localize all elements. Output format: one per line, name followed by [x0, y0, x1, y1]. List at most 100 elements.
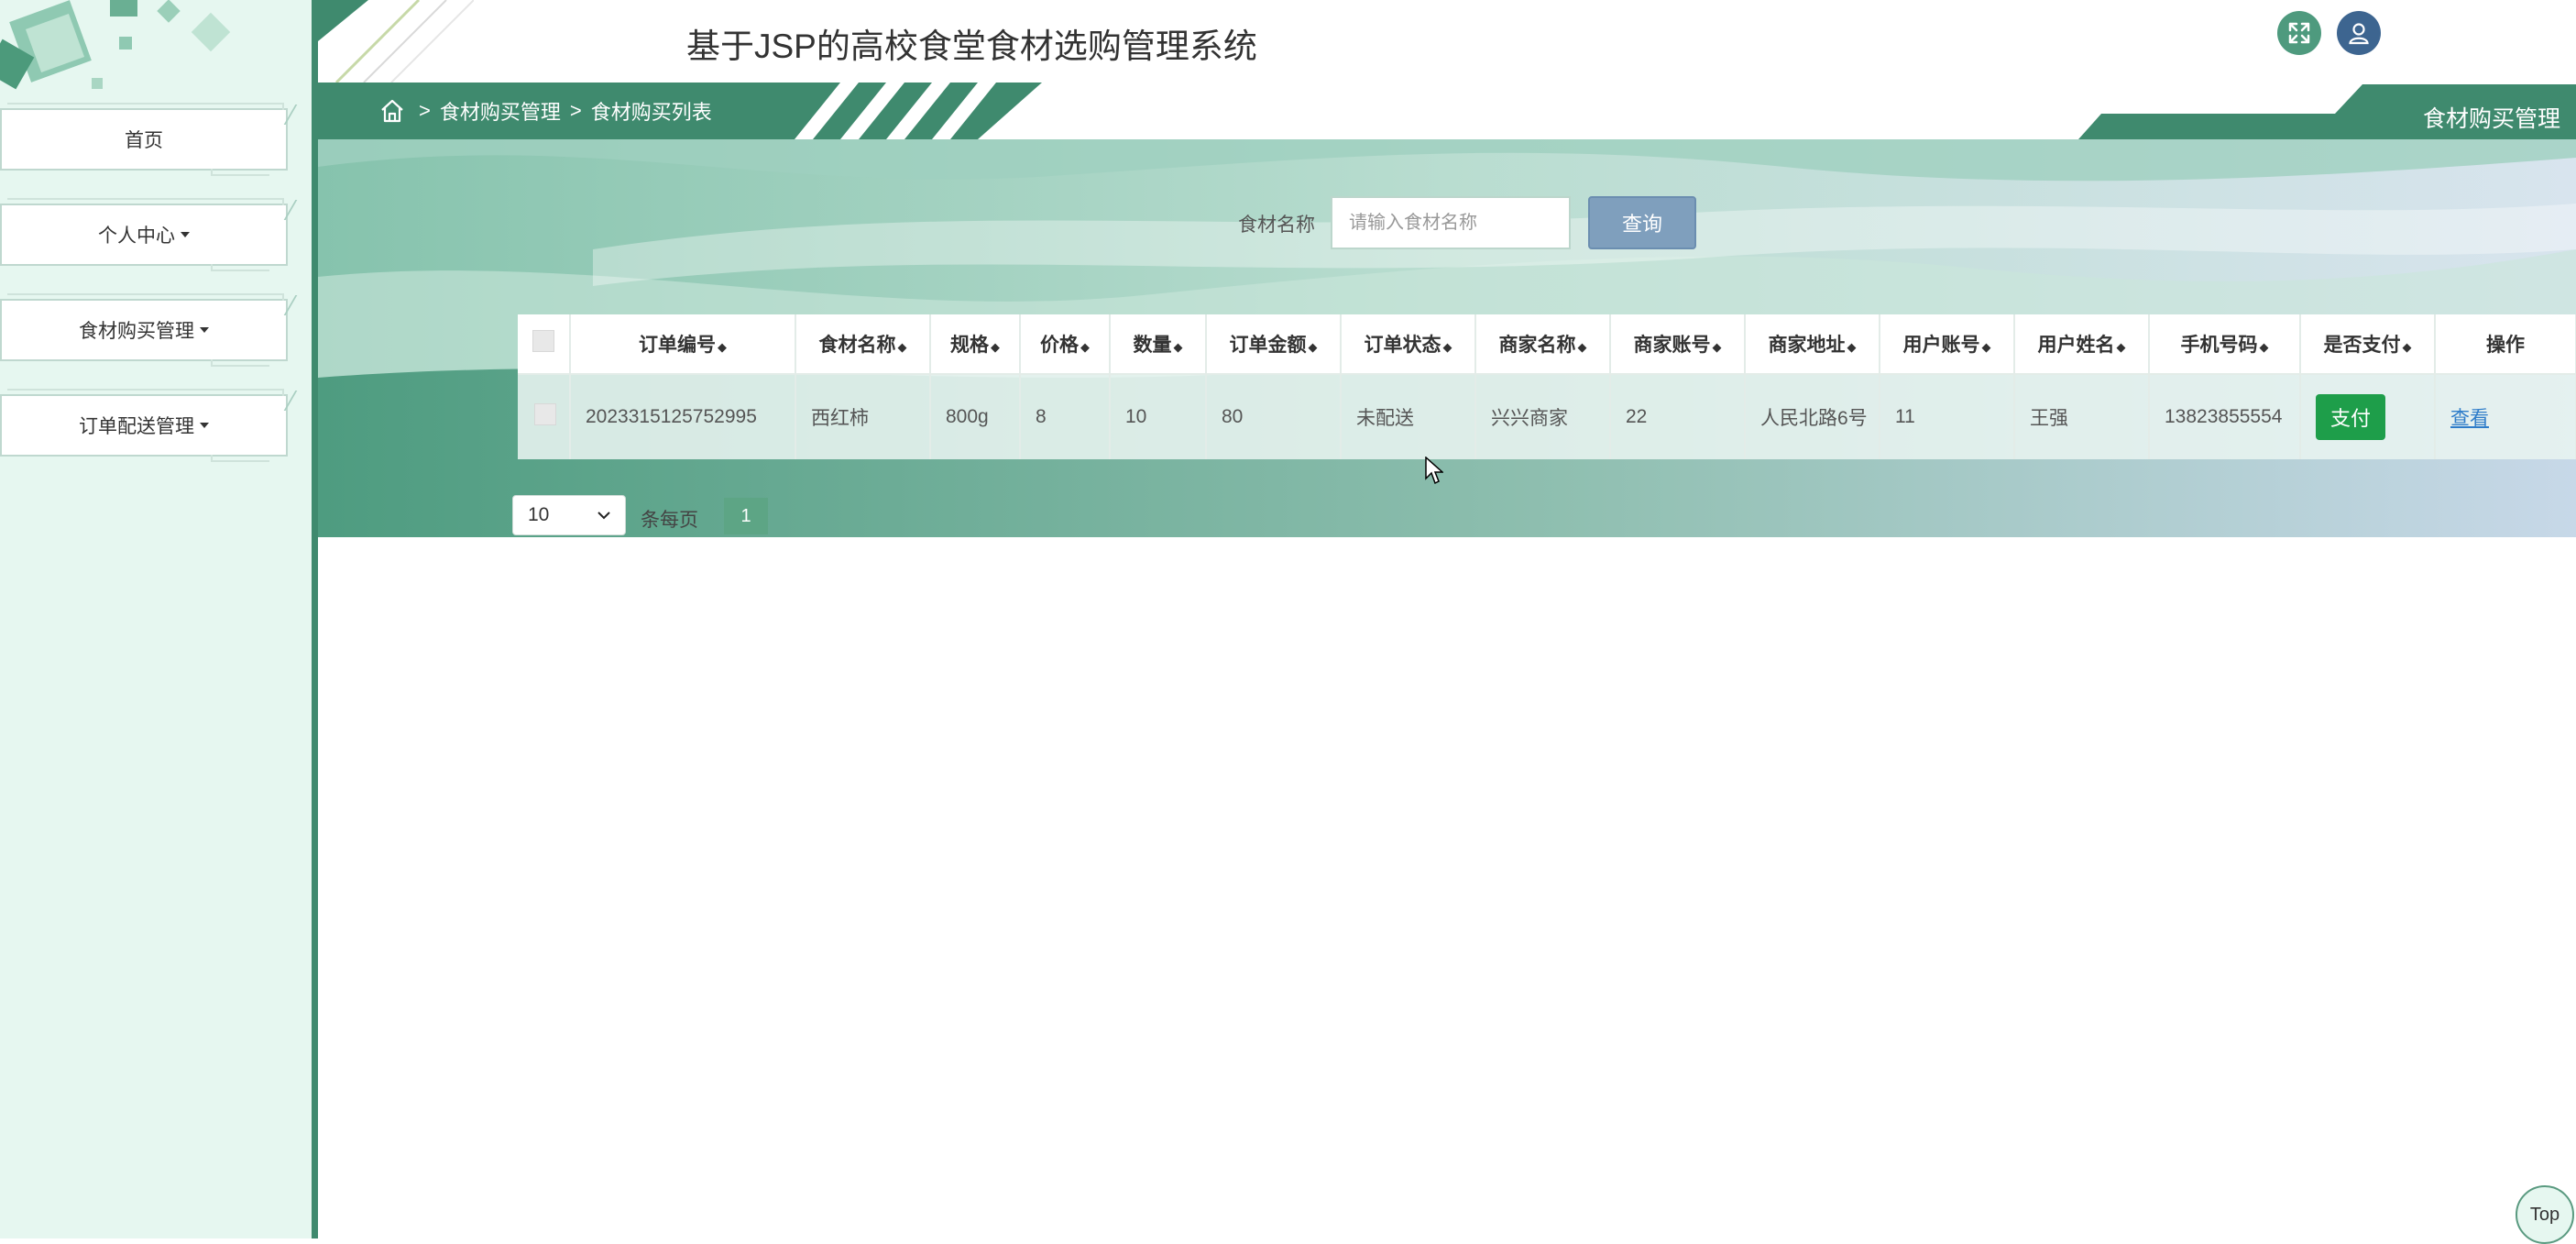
- price-cell: 8: [1020, 374, 1111, 459]
- sort-icon: ◆: [1308, 340, 1318, 354]
- column-header[interactable]: 手机号码 ◆: [2149, 314, 2301, 375]
- sidebar-item-personal-center[interactable]: 个人中心: [0, 198, 298, 271]
- table-row: 2023315125752995 西红柿 800g 8 10 80 未配送 兴兴…: [518, 374, 2576, 459]
- column-label: 是否支付: [2323, 335, 2401, 356]
- sort-icon: ◆: [2402, 340, 2412, 354]
- status-cell: 未配送: [1341, 374, 1476, 459]
- page-tag-label: 食材购买管理: [2422, 106, 2560, 132]
- fullscreen-button[interactable]: [2277, 11, 2321, 55]
- phone-cell: 13823855554: [2149, 374, 2301, 459]
- sort-icon: ◆: [1981, 340, 1991, 354]
- caret-down-icon: [200, 423, 209, 428]
- column-label: 订单编号: [639, 335, 716, 356]
- caret-down-icon: [181, 232, 190, 237]
- sort-icon: ◆: [718, 340, 727, 354]
- fullscreen-icon: [2288, 22, 2310, 44]
- mouse-cursor-icon: [1425, 457, 1443, 485]
- breadcrumb-bar: > 食材购买管理 > 食材购买列表: [318, 83, 1042, 139]
- page-number-current[interactable]: 1: [724, 498, 768, 534]
- sort-icon: ◆: [1173, 340, 1183, 354]
- column-label: 商家地址: [1768, 335, 1846, 356]
- sort-icon: ◆: [1712, 340, 1722, 354]
- user-name-cell: 王强: [2014, 374, 2150, 459]
- column-header[interactable]: 商家账号 ◆: [1610, 314, 1746, 375]
- column-label: 手机号码: [2180, 335, 2258, 356]
- caret-down-icon: [200, 327, 209, 333]
- column-header[interactable]: 订单状态 ◆: [1341, 314, 1476, 375]
- table-header-row: 订单编号 ◆ 食材名称 ◆ 规格 ◆ 价格 ◆ 数量 ◆ 订单金额 ◆ 订单状态 ◆ 商家名称…: [518, 314, 2576, 375]
- back-to-top-button[interactable]: Top: [2516, 1185, 2574, 1244]
- column-header[interactable]: 食材名称 ◆: [795, 314, 931, 375]
- header: 基于JSP的高校食堂食材选购管理系统: [318, 0, 2576, 83]
- qty-cell: 10: [1110, 374, 1207, 459]
- sort-icon: ◆: [2116, 340, 2126, 354]
- breadcrumb-separator: >: [569, 99, 582, 122]
- spec-cell: 800g: [930, 374, 1021, 459]
- pay-cell: 支付: [2300, 374, 2436, 459]
- select-all-checkbox[interactable]: [532, 330, 554, 352]
- app-title: 基于JSP的高校食堂食材选购管理系统: [686, 28, 1257, 65]
- column-label: 商家账号: [1633, 335, 1711, 356]
- sort-icon: ◆: [2259, 340, 2269, 354]
- decor-slash: [263, 391, 298, 411]
- column-header[interactable]: 订单编号 ◆: [570, 314, 796, 375]
- purchase-table: 订单编号 ◆ 食材名称 ◆ 规格 ◆ 价格 ◆ 数量 ◆ 订单金额 ◆ 订单状态 ◆ 商家名称…: [518, 314, 2576, 459]
- chevron-down-icon: [597, 512, 610, 520]
- amount-cell: 80: [1206, 374, 1342, 459]
- sort-icon: ◆: [1080, 340, 1090, 354]
- column-label: 订单状态: [1364, 335, 1441, 356]
- order-no-cell: 2023315125752995: [570, 374, 796, 459]
- sort-icon: ◆: [991, 340, 1000, 354]
- column-header[interactable]: 商家地址 ◆: [1745, 314, 1880, 375]
- sidebar-item-label: 个人中心: [98, 226, 175, 247]
- pay-button[interactable]: 支付: [2316, 394, 2385, 440]
- breadcrumb: > 食材购买管理 > 食材购买列表: [419, 83, 721, 139]
- food-name-search-input[interactable]: [1331, 196, 1571, 249]
- action-cell: 查看: [2435, 374, 2576, 459]
- column-header[interactable]: 数量 ◆: [1110, 314, 1207, 375]
- food-name-cell: 西红柿: [795, 374, 931, 459]
- row-select-cell: [518, 374, 571, 459]
- column-header[interactable]: 订单金额 ◆: [1206, 314, 1342, 375]
- column-label: 商家名称: [1498, 335, 1576, 356]
- column-label: 用户账号: [1902, 335, 1980, 356]
- header-decoration: [318, 0, 474, 83]
- column-header[interactable]: 用户姓名 ◆: [2014, 314, 2150, 375]
- sidebar-item-label: 食材购买管理: [79, 321, 194, 342]
- breadcrumb-separator: >: [419, 99, 431, 122]
- merchant-name-cell: 兴兴商家: [1475, 374, 1611, 459]
- sidebar-item-food-purchase[interactable]: 食材购买管理: [0, 293, 298, 367]
- sidebar-item-home[interactable]: 首页: [0, 103, 298, 176]
- row-checkbox[interactable]: [534, 403, 556, 425]
- column-header[interactable]: 商家名称 ◆: [1475, 314, 1611, 375]
- breadcrumb-decoration: [795, 83, 1042, 139]
- breadcrumb-item-food-purchase[interactable]: 食材购买管理: [440, 96, 561, 126]
- column-label: 规格: [950, 335, 989, 356]
- column-label: 食材名称: [818, 335, 896, 356]
- merchant-address-cell: 人民北路6号: [1745, 374, 1880, 459]
- search-label: 食材名称: [1238, 215, 1315, 236]
- select-all-cell: [518, 314, 571, 375]
- merchant-account-cell: 22: [1610, 374, 1746, 459]
- page-size-select[interactable]: 10: [512, 495, 626, 535]
- column-header[interactable]: 价格 ◆: [1020, 314, 1111, 375]
- column-header[interactable]: 是否支付 ◆: [2300, 314, 2436, 375]
- search-button[interactable]: 查询: [1588, 196, 1696, 249]
- sidebar-item-order-delivery[interactable]: 订单配送管理: [0, 389, 298, 462]
- sidebar: 首页 个人中心 食材购买管理 订单配送管理: [0, 0, 318, 1238]
- decor-slash: [263, 200, 298, 220]
- sidebar-item-label: 订单配送管理: [79, 416, 194, 437]
- column-label: 订单金额: [1229, 335, 1307, 356]
- home-icon[interactable]: [378, 97, 406, 125]
- user-button[interactable]: [2337, 11, 2381, 55]
- sidebar-item-label: 首页: [125, 130, 163, 151]
- decor-slash: [263, 295, 298, 315]
- sort-icon: ◆: [1847, 340, 1857, 354]
- column-header[interactable]: 用户账号 ◆: [1880, 314, 2015, 375]
- user-icon: [2349, 23, 2369, 45]
- column-label: 价格: [1040, 335, 1079, 356]
- column-label: 用户姓名: [2037, 335, 2115, 356]
- column-header[interactable]: 规格 ◆: [930, 314, 1021, 375]
- column-header: 操作: [2435, 314, 2576, 375]
- view-link[interactable]: 查看: [2450, 408, 2489, 429]
